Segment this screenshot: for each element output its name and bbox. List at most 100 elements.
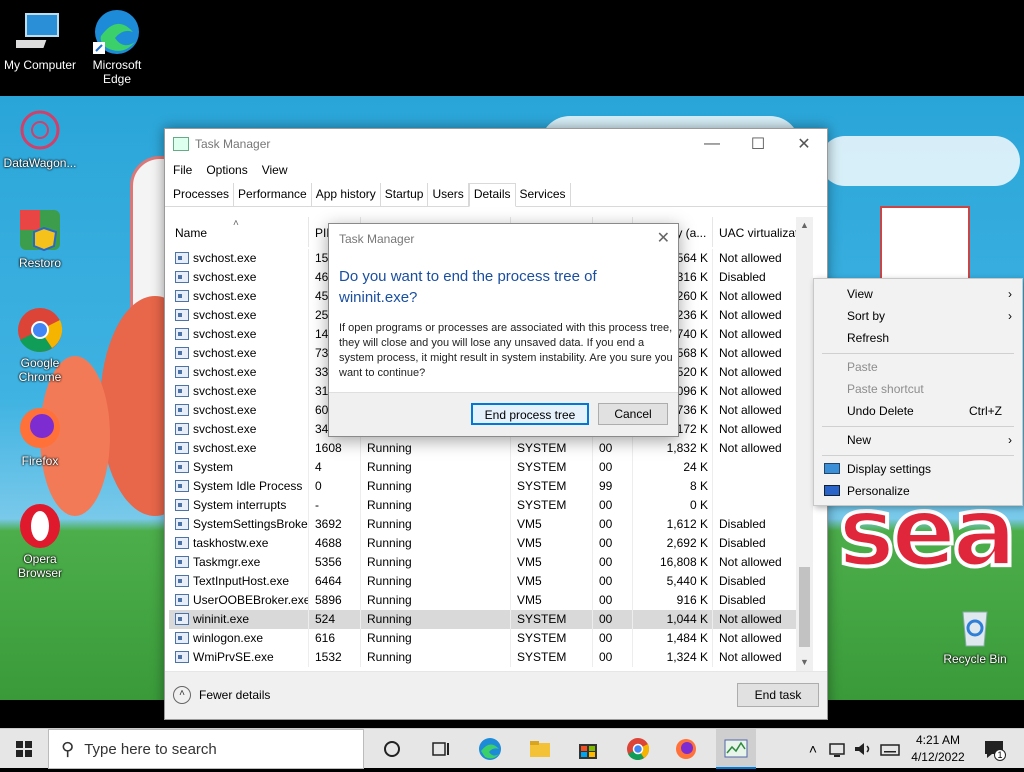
cell-status: Running <box>361 629 511 648</box>
vertical-scrollbar[interactable]: ▲ ▼ <box>796 217 813 671</box>
menu-file[interactable]: File <box>173 163 192 177</box>
cell-name: svchost.exe <box>169 401 309 420</box>
taskbar-clock[interactable]: 4:21 AM 4/12/2022 <box>906 732 970 766</box>
scroll-up-arrow-icon[interactable]: ▲ <box>796 217 813 234</box>
cell-user: VM5 <box>511 534 593 553</box>
table-row[interactable]: TextInputHost.exe 6464 Running VM5 00 5,440 K… <box>169 572 813 591</box>
fewer-details-link[interactable]: ˄ Fewer details <box>173 686 270 704</box>
cell-pid: 1608 <box>309 439 361 458</box>
desktop-icon-opera[interactable]: Opera Browser <box>0 502 80 580</box>
process-icon <box>175 252 189 264</box>
process-icon <box>175 556 189 568</box>
desktop-context-menu: View › Sort by › Refresh Paste Paste short… <box>813 278 1023 506</box>
menu-item-new[interactable]: New › <box>814 429 1022 451</box>
menu-item-personalize[interactable]: Personalize <box>814 480 1022 502</box>
cell-mem: 5,440 K <box>633 572 713 591</box>
chrome-taskbar-icon[interactable] <box>626 737 650 761</box>
desktop-icon-my-computer[interactable]: My Computer <box>0 8 80 72</box>
table-row[interactable]: svchost.exe 1608 Running SYSTEM 00 1,832 K Not… <box>169 439 813 458</box>
table-row[interactable]: wininit.exe 524 Running SYSTEM 00 1,044 K Not … <box>169 610 813 629</box>
volume-icon[interactable] <box>852 737 874 761</box>
store-icon[interactable] <box>576 737 600 761</box>
process-icon <box>175 594 189 606</box>
cell-user: SYSTEM <box>511 439 593 458</box>
start-button[interactable] <box>0 729 48 769</box>
tab-details[interactable]: Details <box>468 183 516 207</box>
cell-name: svchost.exe <box>169 325 309 344</box>
cell-user: SYSTEM <box>511 648 593 667</box>
cell-name: Taskmgr.exe <box>169 553 309 572</box>
tab-startup[interactable]: Startup <box>381 183 429 206</box>
cortana-icon[interactable] <box>380 737 404 761</box>
cell-name: svchost.exe <box>169 249 309 268</box>
menu-item-view[interactable]: View › <box>814 283 1022 305</box>
dialog-heading: Do you want to end the process tree of w… <box>339 268 597 306</box>
taskbar-search-box[interactable]: ⚲ Type here to search <box>48 729 364 769</box>
menu-item-undo-delete[interactable]: Undo Delete Ctrl+Z <box>814 400 1022 422</box>
desktop-icon-datawagon[interactable]: DataWagon... <box>0 106 80 170</box>
cell-mem: 8 K <box>633 477 713 496</box>
minimize-button[interactable]: — <box>689 129 735 159</box>
menu-separator <box>822 353 1014 354</box>
desktop-icon-edge[interactable]: Microsoft Edge <box>77 8 157 86</box>
menu-item-sort-by[interactable]: Sort by › <box>814 305 1022 327</box>
scroll-down-arrow-icon[interactable]: ▼ <box>796 654 813 671</box>
show-hidden-icons-chevron-icon[interactable]: ˄ <box>804 737 822 761</box>
menu-options[interactable]: Options <box>206 163 247 177</box>
process-icon <box>175 575 189 587</box>
menu-view[interactable]: View <box>262 163 288 177</box>
cancel-button[interactable]: Cancel <box>598 403 668 425</box>
table-row[interactable]: System Idle Process 0 Running SYSTEM 99 8 K <box>169 477 813 496</box>
scroll-thumb[interactable] <box>799 567 810 647</box>
cell-pid: 4 <box>309 458 361 477</box>
table-row[interactable]: winlogon.exe 616 Running SYSTEM 00 1,484 K Not… <box>169 629 813 648</box>
task-view-icon[interactable] <box>428 737 452 761</box>
cell-cpu: 00 <box>593 553 633 572</box>
desktop-icon-label: DataWagon... <box>3 156 77 170</box>
cell-name: svchost.exe <box>169 287 309 306</box>
menu-item-refresh[interactable]: Refresh <box>814 327 1022 349</box>
cell-status: Running <box>361 572 511 591</box>
file-explorer-icon[interactable] <box>528 737 552 761</box>
desktop-icon-recycle-bin[interactable]: Recycle Bin <box>935 602 1015 666</box>
dialog-close-icon[interactable]: ✕ <box>657 228 670 248</box>
tab-users[interactable]: Users <box>428 183 469 206</box>
menu-bar: File Options View <box>165 159 827 181</box>
cell-mem: 1,044 K <box>633 610 713 629</box>
firefox-taskbar-icon[interactable] <box>674 737 698 761</box>
table-row[interactable]: taskhostw.exe 4688 Running VM5 00 2,692 K Disa… <box>169 534 813 553</box>
notification-center-button[interactable]: 1 <box>982 737 1006 761</box>
table-row[interactable]: UserOOBEBroker.exe 5896 Running VM5 00 916 KD… <box>169 591 813 610</box>
desktop-icon-firefox[interactable]: Firefox <box>0 404 80 468</box>
network-icon[interactable] <box>828 737 848 761</box>
desktop-icon-chrome[interactable]: Google Chrome <box>0 306 80 384</box>
edge-taskbar-icon[interactable] <box>478 737 502 761</box>
task-manager-taskbar-button[interactable] <box>716 729 756 769</box>
table-row[interactable]: System interrupts - Running SYSTEM 00 0 K <box>169 496 813 515</box>
task-manager-footer: ˄ Fewer details End task <box>165 671 827 719</box>
tab-performance[interactable]: Performance <box>234 183 312 206</box>
dialog-title: Task Manager <box>339 232 415 246</box>
table-row[interactable]: SystemSettingsBroke... 3692 Running VM5 00 1,… <box>169 515 813 534</box>
process-icon <box>175 290 189 302</box>
column-header-name[interactable]: Name ˄ <box>169 217 309 247</box>
end-task-button[interactable]: End task <box>737 683 819 707</box>
cell-pid: 4688 <box>309 534 361 553</box>
tab-processes[interactable]: Processes <box>169 183 235 206</box>
maximize-button[interactable]: ☐ <box>735 129 781 159</box>
end-process-tree-button[interactable]: End process tree <box>471 403 589 425</box>
process-icon <box>175 309 189 321</box>
keyboard-icon[interactable] <box>880 737 900 761</box>
close-button[interactable]: ✕ <box>781 129 827 159</box>
table-row[interactable]: WmiPrvSE.exe 1532 Running SYSTEM 00 1,324 K No… <box>169 648 813 667</box>
desktop-icon-restoro[interactable]: Restoro <box>0 206 80 270</box>
tab-services[interactable]: Services <box>516 183 571 206</box>
menu-item-display-settings[interactable]: Display settings <box>814 458 1022 480</box>
cell-status: Running <box>361 553 511 572</box>
cell-name: wininit.exe <box>169 610 309 629</box>
tab-app-history[interactable]: App history <box>312 183 381 206</box>
table-row[interactable]: System 4 Running SYSTEM 00 24 K <box>169 458 813 477</box>
table-row[interactable]: Taskmgr.exe 5356 Running VM5 00 16,808 K Not a… <box>169 553 813 572</box>
cell-status: Running <box>361 439 511 458</box>
sort-arrow-icon: ˄ <box>233 218 239 229</box>
